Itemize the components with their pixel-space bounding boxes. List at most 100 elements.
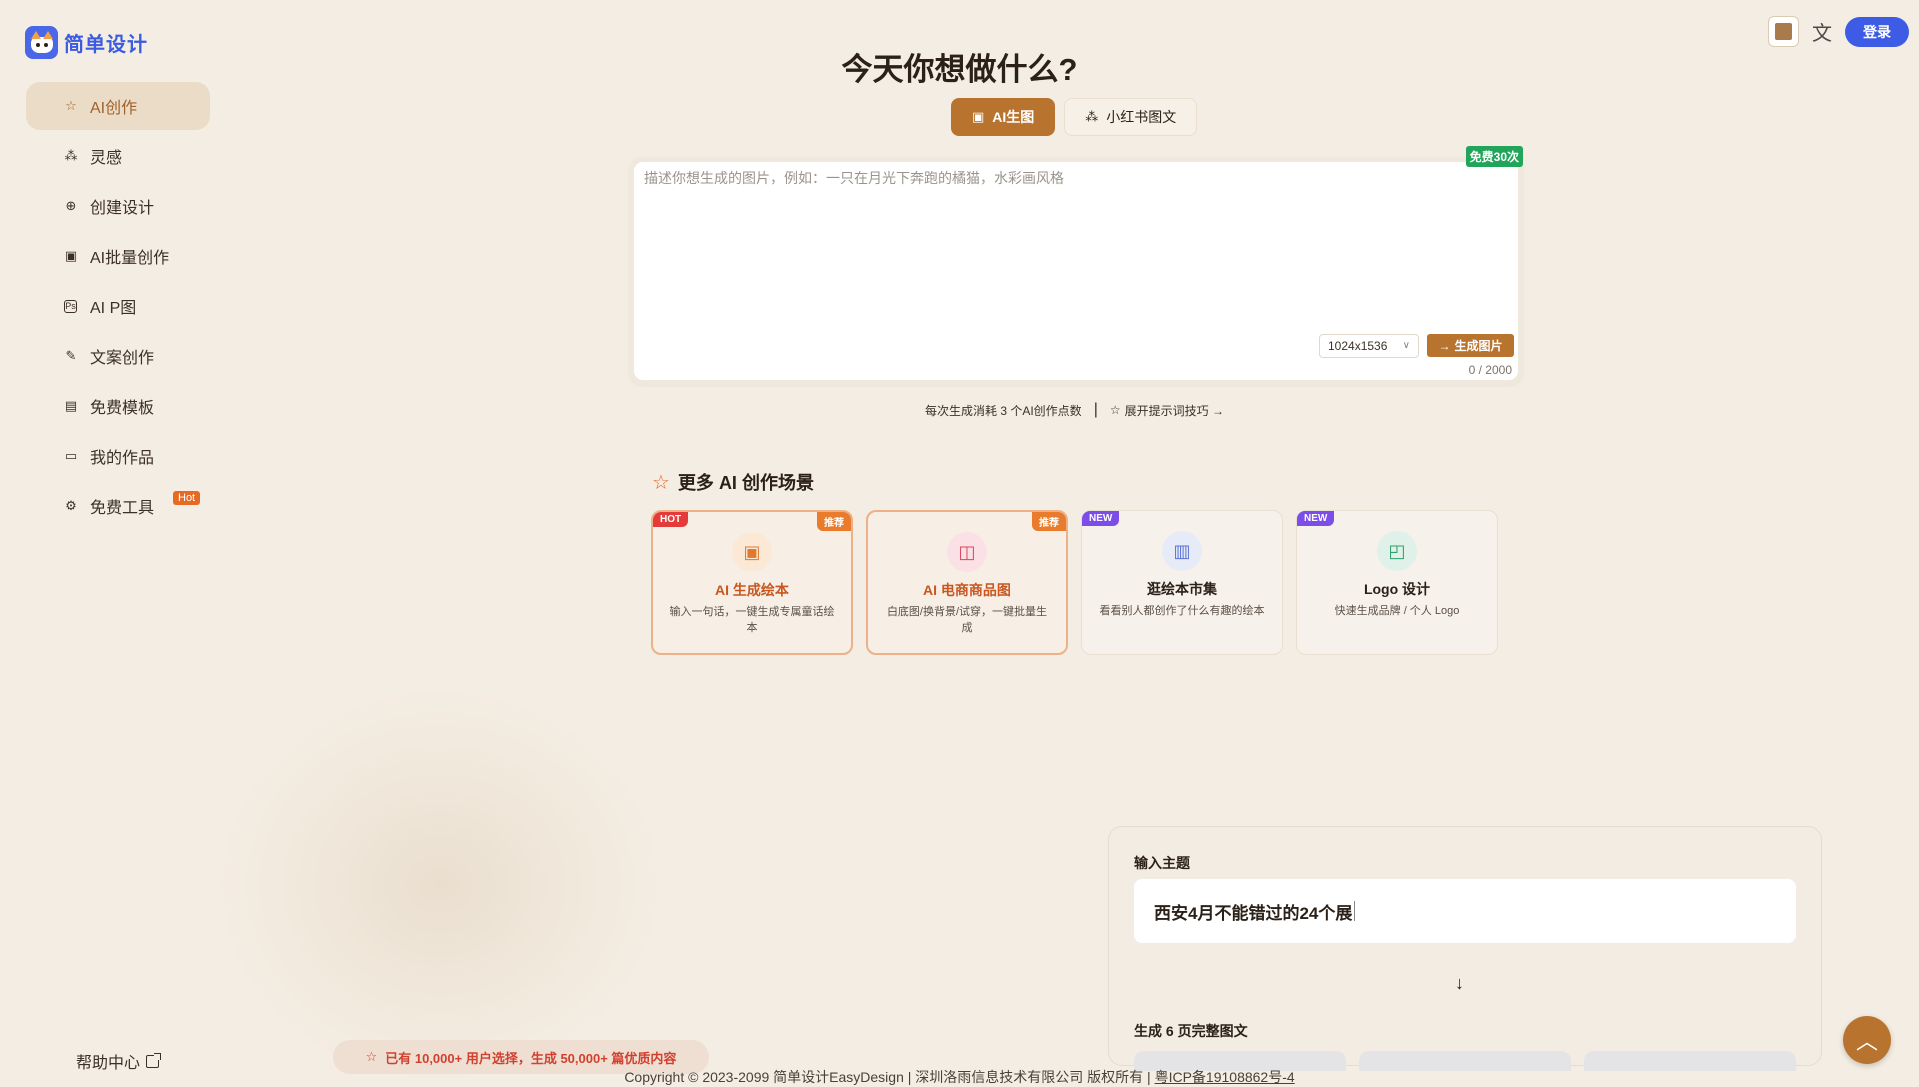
gear-icon: ⚙	[65, 498, 77, 513]
tab-label: AI生图	[992, 109, 1035, 125]
card-desc: 输入一句话，一键生成专属童话绘本	[669, 606, 835, 634]
ps-icon: Ps	[64, 299, 77, 313]
sidebar-item-copywriting[interactable]: ✎ 文案创作	[26, 332, 210, 380]
sidebar-item-label: 我的作品	[90, 450, 155, 467]
demo-input: 西安4月不能错过的24个展	[1134, 879, 1796, 943]
sidebar-item-label: AI P图	[90, 300, 137, 317]
sparkle-icon: ⁂	[1085, 109, 1099, 124]
image-icon: ▣	[64, 248, 78, 263]
arrow-down-icon: ↓	[1455, 973, 1464, 993]
login-button[interactable]: 登录	[1845, 16, 1909, 47]
sidebar-item-label: 文案创作	[90, 350, 155, 367]
new-tag: NEW	[1082, 511, 1120, 526]
recommend-tag: 推荐	[817, 512, 851, 531]
scene-card-book-market[interactable]: NEW ▥ 逛绘本市集 看看别人都创作了什么有趣的绘本	[1081, 510, 1283, 655]
sidebar-item-label: 灵感	[90, 150, 123, 167]
shopping-bag-icon: ◫	[947, 532, 987, 572]
prompt-box: 免费30次 1024x1536 ∨ → 生成图片 0 / 2000	[629, 146, 1523, 385]
book-icon-button[interactable]	[1768, 16, 1799, 47]
star-icon: ☆	[365, 1049, 378, 1064]
app-root: 简单设计 ☆ AI创作 ⁂ 灵感 ⊕ 创建设计 ▣ AI批量创作 Ps AI P…	[0, 0, 1919, 1087]
demo-output-label: 生成 6 页完整图文	[1134, 1023, 1248, 1039]
demo-input-value: 西安4月不能错过的24个展	[1154, 903, 1353, 923]
scene-card-ecommerce[interactable]: 推荐 ◫ AI 电商商品图 白底图/换背景/试穿，一键批量生成	[866, 510, 1068, 655]
sparkle-icon: ⁂	[64, 148, 78, 163]
sidebar-item-label: 创建设计	[90, 200, 155, 217]
star-icon: ☆	[65, 98, 77, 113]
card-title: Logo 设计	[1363, 581, 1431, 597]
sidebar-item-label: 免费工具	[90, 500, 155, 517]
copyright-text: Copyright © 2023-2099 简单设计EasyDesign | 深…	[624, 1069, 1155, 1085]
card-desc: 白底图/换背景/试穿，一键批量生成	[886, 606, 1048, 634]
card-desc: 看看别人都创作了什么有趣的绘本	[1099, 605, 1265, 617]
tab-label: 小红书图文	[1106, 109, 1177, 125]
template-icon: ▤	[64, 398, 78, 413]
size-select-value: 1024x1536	[1328, 339, 1388, 353]
cost-note: 每次生成消耗 3 个AI创作点数	[925, 403, 1082, 418]
image-icon: ▣	[972, 109, 985, 124]
text-caret	[1354, 901, 1356, 921]
edit-icon: ✎	[65, 348, 77, 363]
demo-input-label: 输入主题	[1134, 855, 1190, 871]
scene-card-picture-book[interactable]: HOT 推荐 ▣ AI 生成绘本 输入一句话，一键生成专属童话绘本	[651, 510, 853, 655]
book-open-icon: ▥	[1162, 531, 1202, 571]
sidebar-item-free-tools[interactable]: ⚙ 免费工具 Hot	[26, 482, 210, 530]
arrow-right-icon: →	[1438, 338, 1451, 353]
free-quota-badge: 免费30次	[1465, 146, 1523, 167]
card-desc: 快速生成品牌 / 个人 Logo	[1334, 605, 1460, 617]
folder-icon: ▭	[64, 448, 78, 463]
card-title: AI 生成绘本	[715, 582, 789, 598]
icp-link[interactable]: 粤ICP备19108862号-4	[1155, 1069, 1295, 1085]
book-icon	[1775, 23, 1792, 40]
char-count: 0 / 2000	[1468, 363, 1512, 377]
sidebar-item-templates[interactable]: ▤ 免费模板	[26, 382, 210, 430]
sidebar-item-my-works[interactable]: ▭ 我的作品	[26, 432, 210, 480]
demo-panel: 输入主题 西安4月不能错过的24个展 ↓ 生成 6 页完整图文	[1108, 826, 1822, 1071]
card-title: AI 电商商品图	[923, 582, 1011, 598]
chevron-down-icon: ∨	[1402, 340, 1410, 351]
sidebar-item-create-design[interactable]: ⊕ 创建设计	[26, 182, 210, 230]
sidebar-item-ai-create[interactable]: ☆ AI创作	[26, 82, 210, 130]
background-glow	[220, 690, 660, 1080]
stats-text: 已有 10,000+ 用户选择，生成 50,000+ 篇优质内容	[385, 1050, 677, 1066]
sidebar-item-batch-create[interactable]: ▣ AI批量创作	[26, 232, 210, 280]
sidebar-nav: ☆ AI创作 ⁂ 灵感 ⊕ 创建设计 ▣ AI批量创作 Ps AI P图 ✎ 文…	[26, 82, 210, 532]
external-link-icon	[146, 1052, 162, 1068]
package-icon: ◰	[1377, 531, 1417, 571]
star-icon: ☆	[652, 471, 670, 494]
chevron-up-icon: ︿	[1855, 1029, 1878, 1054]
cost-line: 每次生成消耗 3 个AI创作点数 | ☆ 展开提示词技巧 →	[925, 401, 1224, 419]
scenes-heading: ☆ 更多 AI 创作场景	[652, 469, 814, 495]
divider: |	[1093, 401, 1098, 418]
translate-icon[interactable]: 文	[1809, 17, 1835, 46]
scroll-top-button[interactable]: ︿	[1843, 1016, 1891, 1064]
sidebar: 简单设计 ☆ AI创作 ⁂ 灵感 ⊕ 创建设计 ▣ AI批量创作 Ps AI P…	[0, 0, 222, 1087]
scenes-title: 更多 AI 创作场景	[677, 473, 814, 493]
tab-xiaohongshu[interactable]: ⁂ 小红书图文	[1064, 98, 1198, 136]
hot-tag: HOT	[653, 512, 689, 527]
prompt-tips-link[interactable]: ☆ 展开提示词技巧 →	[1110, 402, 1224, 419]
image-icon: ▣	[732, 532, 772, 572]
scene-card-logo[interactable]: NEW ◰ Logo 设计 快速生成品牌 / 个人 Logo	[1296, 510, 1498, 655]
card-title: 逛绘本市集	[1147, 581, 1217, 597]
scene-cards: HOT 推荐 ▣ AI 生成绘本 输入一句话，一键生成专属童话绘本 推荐 ◫ A…	[651, 510, 1498, 655]
tab-ai-image[interactable]: ▣ AI生图	[951, 98, 1056, 136]
generate-label: 生成图片	[1454, 339, 1503, 353]
top-right-controls: 文 登录	[1768, 16, 1909, 47]
mode-tabs: ▣ AI生图 ⁂ 小红书图文	[951, 98, 1198, 136]
sidebar-item-ai-ps[interactable]: Ps AI P图	[26, 282, 210, 330]
sidebar-item-label: 免费模板	[90, 400, 155, 417]
footer: Copyright © 2023-2099 简单设计EasyDesign | 深…	[0, 1067, 1919, 1087]
page-title: 今天你想做什么?	[841, 52, 1078, 87]
hot-badge: Hot	[173, 491, 201, 505]
plus-circle-icon: ⊕	[65, 198, 77, 213]
star-icon: ☆	[1109, 403, 1121, 417]
recommend-tag: 推荐	[1032, 512, 1066, 531]
size-select[interactable]: 1024x1536 ∨	[1319, 334, 1419, 358]
prompt-input[interactable]	[644, 168, 1504, 318]
prompt-tips-label: 展开提示词技巧 →	[1124, 403, 1224, 418]
generate-image-button[interactable]: → 生成图片	[1427, 334, 1514, 357]
sidebar-item-inspiration[interactable]: ⁂ 灵感	[26, 132, 210, 180]
sidebar-item-label: AI批量创作	[90, 250, 170, 267]
new-tag: NEW	[1297, 511, 1335, 526]
